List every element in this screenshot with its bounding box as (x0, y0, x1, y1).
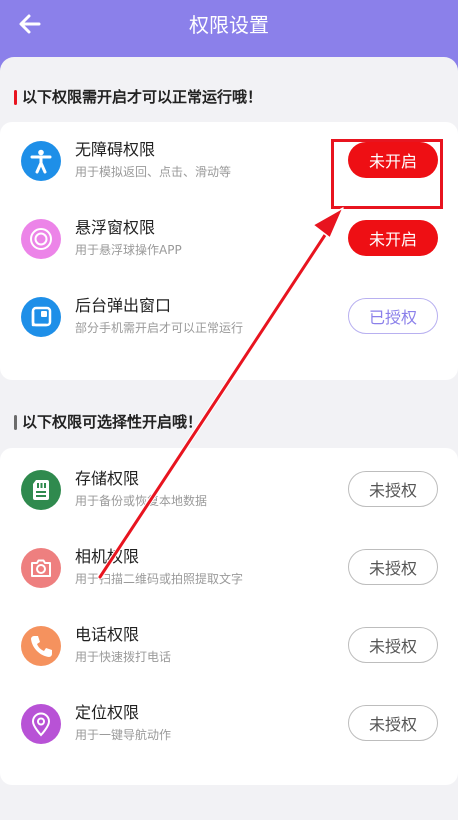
list-item-phone: 电话权限 用于快速拨打电话 未授权 (0, 607, 458, 685)
section-title-required: 以下权限需开启才可以正常运行哦！ (14, 87, 262, 107)
item-name: 相机权限 (75, 547, 140, 566)
grant-location-button[interactable]: 未授权 (348, 705, 438, 741)
item-desc: 部分手机需开启才可以正常运行 (75, 321, 244, 335)
page-title: 权限设置 (189, 13, 269, 37)
item-desc: 用于备份或恢复本地数据 (75, 494, 208, 508)
camera-icon (21, 548, 61, 588)
grant-phone-button[interactable]: 未授权 (348, 627, 438, 663)
grant-camera-button[interactable]: 未授权 (348, 549, 438, 585)
location-pin-icon (21, 704, 61, 744)
list-item-camera: 相机权限 用于扫描二维码或拍照提取文字 未授权 (0, 529, 458, 607)
item-name: 悬浮窗权限 (75, 218, 156, 237)
item-name: 定位权限 (75, 703, 140, 722)
list-item-floating-window: 悬浮窗权限 用于悬浮球操作APP 未开启 (0, 200, 458, 278)
item-desc: 用于快速拨打电话 (75, 650, 172, 664)
optional-permissions-card: 存储权限 用于备份或恢复本地数据 未授权 相机权限 用于扫描二维码或拍照提取文字… (0, 448, 458, 785)
item-name: 电话权限 (75, 625, 140, 644)
item-desc: 用于模拟返回、点击、滑动等 (75, 165, 232, 179)
list-item-location: 定位权限 用于一键导航动作 未授权 (0, 685, 458, 763)
item-desc: 用于一键导航动作 (75, 728, 172, 742)
sd-card-icon (21, 470, 61, 510)
highlight-box (331, 139, 443, 209)
phone-icon (21, 626, 61, 666)
popup-window-icon (21, 297, 61, 337)
background-popup-granted-button[interactable]: 已授权 (348, 298, 438, 334)
item-name: 无障碍权限 (75, 140, 156, 159)
list-item-storage: 存储权限 用于备份或恢复本地数据 未授权 (0, 451, 458, 529)
floating-ball-icon (21, 219, 61, 259)
item-name: 后台弹出窗口 (75, 296, 172, 315)
list-item-background-popup: 后台弹出窗口 部分手机需开启才可以正常运行 已授权 (0, 278, 458, 356)
section-title-optional: 以下权限可选择性开启哦！ (14, 412, 202, 432)
accessibility-icon (21, 141, 61, 181)
item-desc: 用于扫描二维码或拍照提取文字 (75, 572, 244, 586)
enable-floating-window-button[interactable]: 未开启 (348, 220, 438, 256)
grant-storage-button[interactable]: 未授权 (348, 471, 438, 507)
item-name: 存储权限 (75, 469, 140, 488)
item-desc: 用于悬浮球操作APP (75, 243, 182, 257)
